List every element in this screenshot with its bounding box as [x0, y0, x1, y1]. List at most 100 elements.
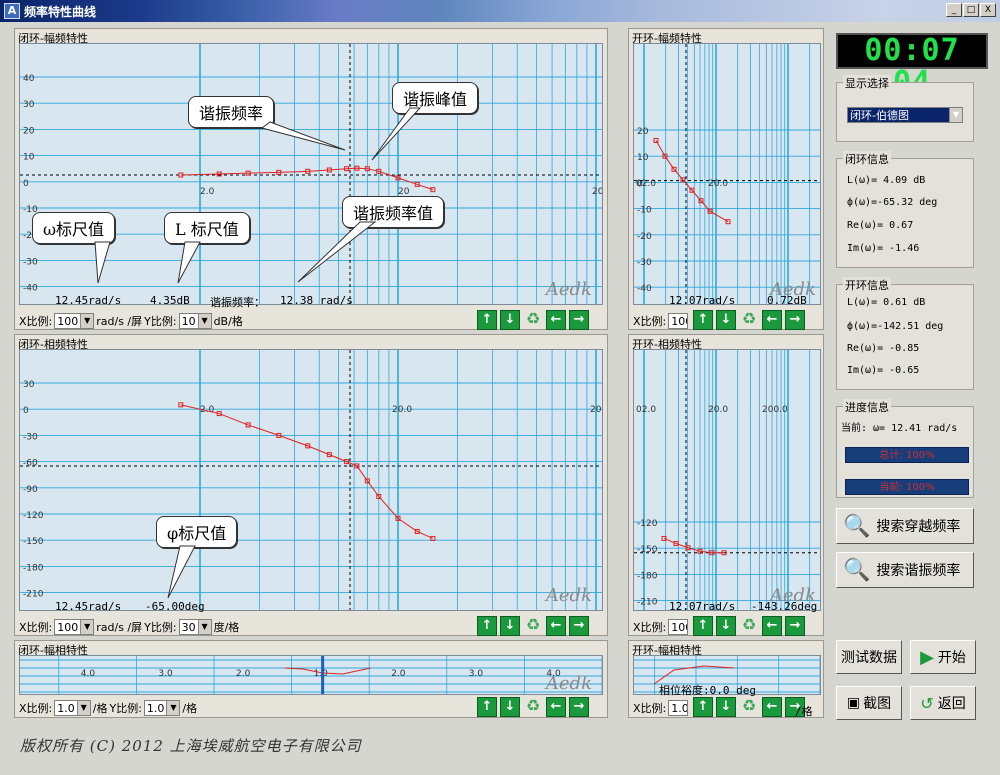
x-scale-value: 100: [671, 620, 687, 634]
x-unit-label: /格: [92, 702, 108, 715]
y-unit-label: /格: [182, 702, 198, 715]
x-tick-label: 2.0: [200, 187, 215, 197]
search-resonance-button[interactable]: 🔍 搜索谐振频率: [836, 552, 974, 588]
y-tick-label: 10: [637, 153, 649, 163]
recycle-button[interactable]: ♻: [739, 616, 759, 636]
progress-total-bar: 总计: 100%: [845, 447, 969, 463]
ol-info-phi: ф(ω)=-142.51 deg: [847, 321, 944, 332]
closed-loop-magnitude-plot[interactable]: 403020100-10-20-30-402.020200 Aedk: [19, 43, 603, 305]
chevron-down-icon: ▼: [949, 108, 962, 122]
curve-line: [180, 167, 434, 191]
app-icon: A: [4, 3, 20, 19]
up-arrow-button[interactable]: ↑: [477, 616, 497, 636]
start-button[interactable]: ▶ 开始: [910, 640, 976, 674]
x-scale-value: 100: [671, 314, 687, 328]
chevron-down-icon: ▼: [197, 620, 211, 634]
screenshot-button[interactable]: ▣ 截图: [836, 686, 902, 720]
right-arrow-button[interactable]: →: [569, 616, 589, 636]
y-scale-select[interactable]: 10 ▼: [178, 313, 212, 329]
closed-loop-phase-plot[interactable]: 300-30-60-90-120-150-180-2102.020.0200 A…: [19, 349, 603, 611]
up-arrow-button[interactable]: ↑: [693, 310, 713, 330]
x-scale-label: X比例:: [633, 702, 667, 715]
down-arrow-button[interactable]: ↓: [716, 616, 736, 636]
down-arrow-button[interactable]: ↓: [500, 697, 520, 717]
back-label: 返回: [937, 696, 966, 712]
maximize-button[interactable]: □: [963, 3, 979, 17]
search-crossover-button[interactable]: 🔍 搜索穿越频率: [836, 508, 974, 544]
y-unit-label: dB/格: [213, 315, 243, 328]
display-mode-value: 闭环-伯德图: [850, 109, 909, 122]
right-arrow-button[interactable]: →: [569, 697, 589, 717]
x-tick-label: 2.0: [236, 669, 251, 679]
left-arrow-button[interactable]: ←: [762, 697, 782, 717]
close-button[interactable]: X: [980, 3, 996, 17]
x-scale-select[interactable]: 100: [668, 313, 689, 329]
magnifier-icon: 🔍: [843, 557, 871, 583]
recycle-button[interactable]: ♻: [739, 310, 759, 330]
x-scale-select[interactable]: 100 ▼: [54, 313, 95, 329]
y-tick-label: -210: [23, 590, 44, 600]
cl-info-re: Re(ω)= 0.67: [847, 220, 914, 231]
return-icon: ↺: [920, 693, 934, 713]
x-scale-select[interactable]: 100: [668, 619, 689, 635]
copyright-footer: 版权所有 (C) 2012 上海埃威航空电子有限公司: [20, 737, 362, 755]
display-mode-select[interactable]: 闭环-伯德图 ▼: [847, 107, 963, 123]
open-loop-phase-panel: 开环-相频特性 -120 -150 -180 -210 02.0 20.0 200.0 Ae…: [628, 334, 824, 636]
chevron-down-icon: ▼: [166, 701, 180, 715]
y-tick-label: -30: [637, 258, 652, 268]
down-arrow-button[interactable]: ↓: [500, 616, 520, 636]
x-unit-label: rad/s /屏: [96, 621, 143, 634]
up-arrow-button[interactable]: ↑: [477, 697, 497, 717]
x-scale-select[interactable]: 1.0: [668, 700, 689, 716]
open-loop-magnitude-plot[interactable]: 20 10 0 -10 -20 -30 -40 02.0 20.0 Aedk: [633, 43, 821, 305]
y-unit-label: 度/格: [213, 621, 240, 634]
open-loop-phase-plot[interactable]: -120 -150 -180 -210 02.0 20.0 200.0 Aedk: [633, 349, 821, 611]
up-arrow-button[interactable]: ↑: [693, 616, 713, 636]
open-loop-info-group: 开环信息 L(ω)= 0.61 dB ф(ω)=-142.51 deg Re(ω…: [836, 277, 974, 390]
left-arrow-button[interactable]: ←: [546, 616, 566, 636]
recycle-button[interactable]: ♻: [523, 697, 543, 717]
x-scale-select[interactable]: 1.0 ▼: [54, 700, 91, 716]
x-tick-label: 3.0: [469, 669, 484, 679]
left-arrow-button[interactable]: ←: [762, 616, 782, 636]
down-arrow-button[interactable]: ↓: [716, 310, 736, 330]
callout-resonance-peak: 谐振峰值: [392, 82, 479, 114]
y-scale-select[interactable]: 1.0 ▼: [143, 700, 181, 716]
l-readout: 0.72dB: [767, 294, 807, 307]
y-tick-label: -210: [637, 598, 658, 608]
cl-info-l: L(ω)= 4.09 dB: [847, 175, 926, 186]
progress-now-bar: 当前: 100%: [845, 479, 969, 495]
x-tick-label: 1.0: [314, 669, 329, 679]
up-arrow-button[interactable]: ↑: [477, 310, 497, 330]
recycle-button[interactable]: ♻: [523, 616, 543, 636]
callout-resonance-frequency: 谐振频率: [188, 96, 275, 128]
open-loop-nyquist-panel: 开环-幅相特性 相位裕度:0.0 deg X比例: 1.0 ↑ ↓ ♻ ← → …: [628, 640, 824, 718]
up-arrow-button[interactable]: ↑: [693, 697, 713, 717]
window-title: 频率特性曲线: [24, 5, 97, 19]
recycle-button[interactable]: ♻: [739, 697, 759, 717]
left-arrow-button[interactable]: ←: [546, 310, 566, 330]
down-arrow-button[interactable]: ↓: [500, 310, 520, 330]
closed-loop-nyquist-plot[interactable]: 4.0 3.0 2.0 1.0 2.0 3.0 4.0 Aedk: [19, 655, 603, 695]
right-arrow-button[interactable]: →: [569, 310, 589, 330]
chevron-down-icon: ▼: [76, 701, 90, 715]
y-tick-label: 10: [23, 153, 35, 163]
test-data-button[interactable]: 测试数据: [836, 640, 902, 674]
down-arrow-button[interactable]: ↓: [716, 697, 736, 717]
y-scale-select[interactable]: 30 ▼: [178, 619, 212, 635]
y-tick-label: -30: [23, 257, 38, 267]
right-arrow-button[interactable]: →: [785, 616, 805, 636]
phi-readout: -143.26deg: [751, 600, 818, 613]
y-scale-label: Y比例:: [144, 315, 177, 328]
x-scale-select[interactable]: 100 ▼: [54, 619, 95, 635]
x-tick-label: 02.0: [636, 405, 656, 415]
y-tick-label: -60: [23, 459, 38, 469]
left-arrow-button[interactable]: ←: [546, 697, 566, 717]
recycle-button[interactable]: ♻: [523, 310, 543, 330]
closed-loop-magnitude-panel: 闭环-幅频特性 403020100-10-20-30-402.020200 Ae…: [14, 28, 608, 330]
right-arrow-button[interactable]: →: [785, 310, 805, 330]
x-scale-value: 100: [57, 620, 79, 634]
minimize-button[interactable]: _: [946, 3, 962, 17]
back-button[interactable]: ↺ 返回: [910, 686, 976, 720]
left-arrow-button[interactable]: ←: [762, 310, 782, 330]
